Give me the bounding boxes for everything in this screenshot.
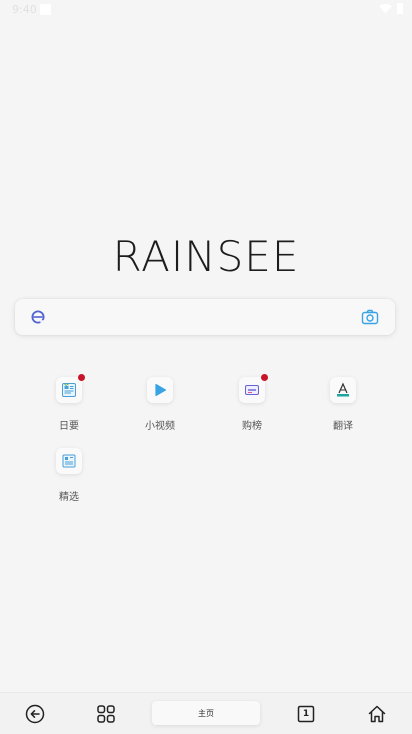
status-bar: 9:40	[0, 0, 412, 22]
home-tab-button[interactable]: 主页	[152, 701, 260, 725]
menu-button[interactable]	[95, 703, 117, 725]
shortcut-daily-news[interactable]: 日要	[39, 374, 99, 432]
shortcut-short-video[interactable]: 小视频	[130, 377, 190, 432]
tab-count: 1	[302, 709, 310, 719]
bottom-toolbar: 主页 1	[0, 692, 412, 734]
shortcut-picks[interactable]: 精选	[39, 448, 99, 503]
notification-badge	[261, 374, 268, 381]
shopping-icon	[245, 385, 259, 395]
notification-badge	[78, 374, 85, 381]
shortcut-translate[interactable]: 翻译	[313, 377, 373, 432]
news-icon	[62, 383, 76, 397]
play-icon	[155, 383, 167, 397]
shortcut-label: 翻译	[333, 421, 353, 432]
shortcut-label: 小视频	[145, 421, 175, 432]
camera-icon[interactable]	[361, 308, 379, 326]
notification-icon	[40, 4, 51, 15]
status-time: 9:40	[12, 3, 37, 16]
back-button[interactable]	[24, 703, 46, 725]
battery-icon	[397, 3, 403, 14]
back-arrow-icon	[25, 704, 45, 724]
brand-logo: RAINSEE	[112, 232, 300, 281]
picks-icon	[62, 454, 76, 468]
wifi-icon	[379, 3, 392, 14]
shortcut-label: 日要	[59, 421, 79, 432]
search-engine-icon[interactable]	[30, 309, 46, 325]
shortcut-shopping-rank[interactable]: 购榜	[222, 374, 282, 432]
search-bar[interactable]	[15, 299, 395, 335]
translate-icon	[337, 382, 349, 397]
shortcut-label: 购榜	[242, 421, 262, 432]
browser-home-screen: 9:40 RAINSEE 日要 小视频 购榜 翻译 精选 主页 1	[0, 0, 412, 734]
search-input[interactable]	[55, 307, 355, 327]
home-button[interactable]	[366, 703, 388, 725]
shortcut-label: 精选	[59, 492, 79, 503]
tabs-button[interactable]: 1	[295, 703, 317, 725]
home-icon	[368, 705, 386, 723]
grid-menu-icon	[97, 705, 115, 723]
